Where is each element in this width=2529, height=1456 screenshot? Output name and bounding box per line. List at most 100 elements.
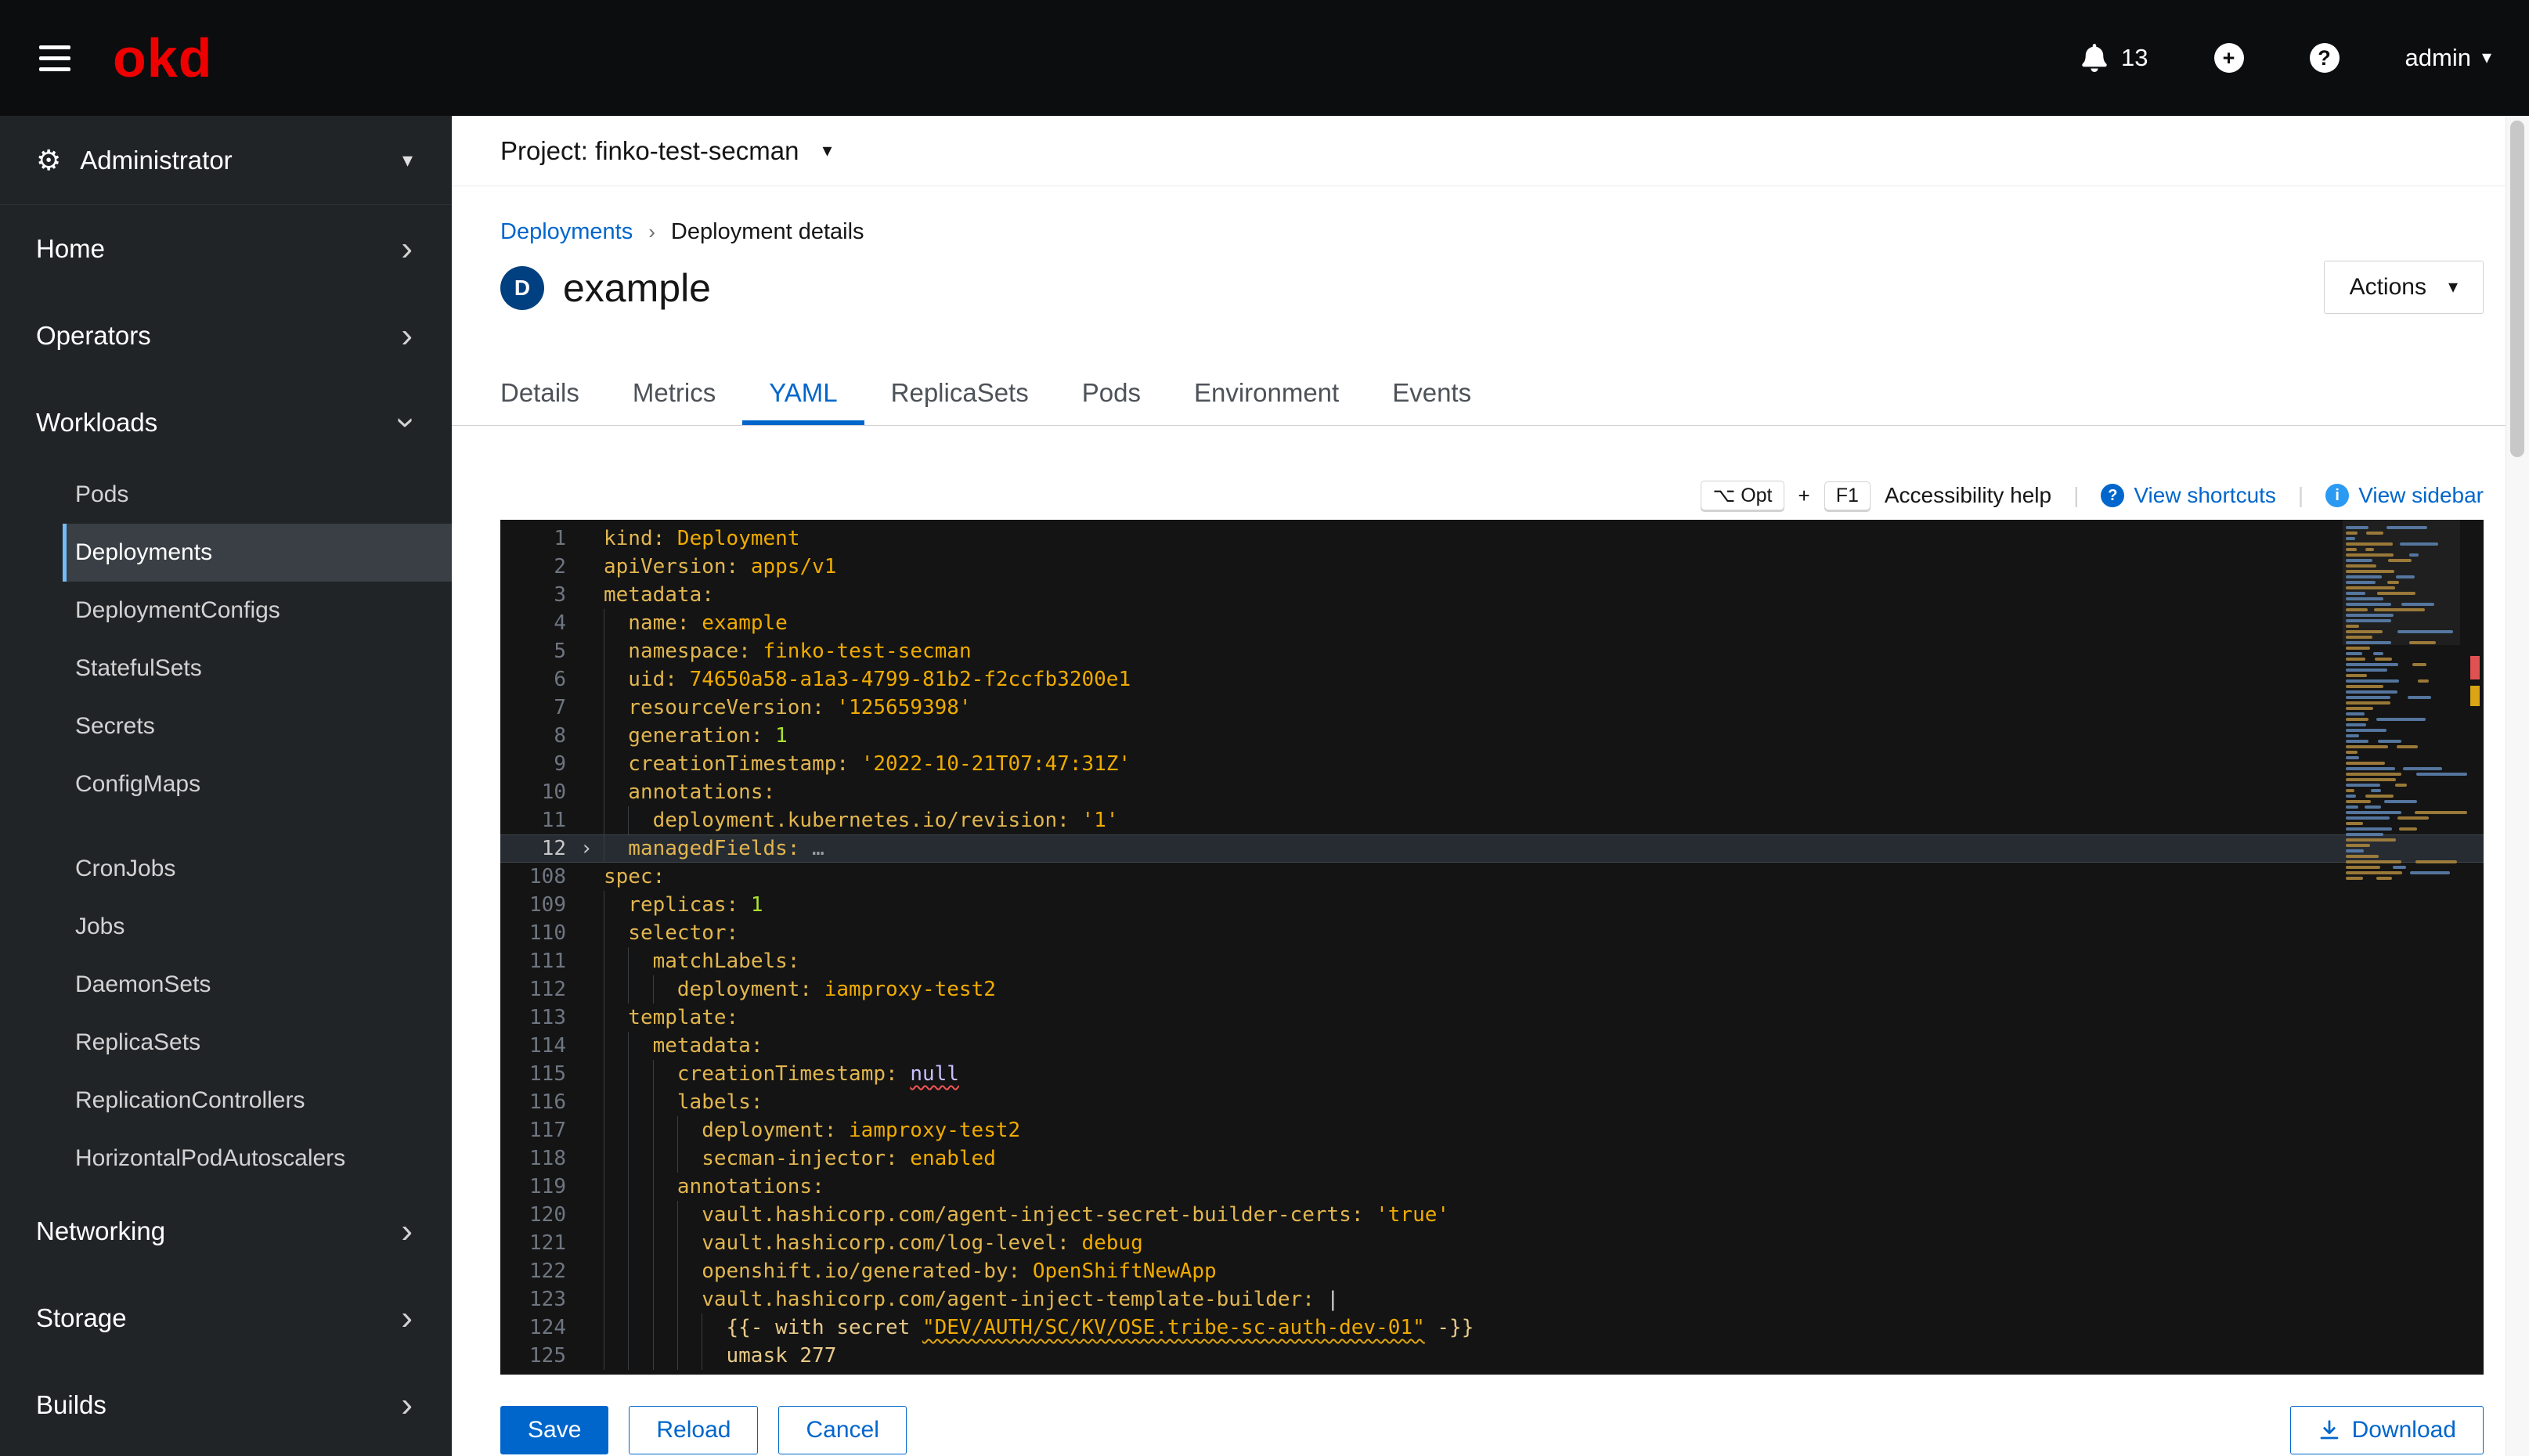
code-line[interactable]: 108 spec: <box>500 863 2484 891</box>
fold-gutter <box>569 975 604 1004</box>
code-line[interactable]: 10 annotations: <box>500 778 2484 806</box>
code-line[interactable]: 125 umask 277 <box>500 1342 2484 1370</box>
code-line[interactable]: 118 secman-injector: enabled <box>500 1144 2484 1173</box>
breadcrumb-deployments-link[interactable]: Deployments <box>500 219 633 245</box>
sidebar-item-operators[interactable]: Operators › <box>0 292 452 379</box>
line-number: 120 <box>529 1203 566 1227</box>
actions-button[interactable]: Actions ▾ <box>2323 261 2484 314</box>
code-line[interactable]: 12 › managedFields: … <box>500 834 2484 863</box>
fold-gutter <box>569 1173 604 1201</box>
code-line[interactable]: 122 openshift.io/generated-by: OpenShiftN… <box>500 1257 2484 1285</box>
fold-gutter <box>569 609 604 637</box>
tab-environment[interactable]: Environment <box>1167 364 1366 425</box>
code-line[interactable]: 5 namespace: finko-test-secman <box>500 637 2484 665</box>
caret-down-icon: ▾ <box>822 140 832 161</box>
tab-details[interactable]: Details <box>474 364 606 425</box>
code-line[interactable]: 117 deployment: iamproxy-test2 <box>500 1116 2484 1144</box>
line-number: 123 <box>529 1288 566 1311</box>
sidebar-item-storage[interactable]: Storage › <box>0 1274 452 1361</box>
code-line[interactable]: 123 vault.hashicorp.com/agent-inject-temp… <box>500 1285 2484 1314</box>
code-line[interactable]: 120 vault.hashicorp.com/agent-inject-secr… <box>500 1201 2484 1229</box>
line-number: 112 <box>529 978 566 1001</box>
line-number: 116 <box>529 1090 566 1114</box>
code-line[interactable]: 3 metadata: <box>500 581 2484 609</box>
code-line[interactable]: 1 kind: Deployment <box>500 524 2484 553</box>
reload-button[interactable]: Reload <box>629 1406 759 1454</box>
sidebar-item-daemonsets[interactable]: DaemonSets <box>0 956 452 1014</box>
code-line[interactable]: 6 uid: 74650a58-a1a3-4799-81b2-f2ccfb3200… <box>500 665 2484 694</box>
main-content: Project: finko-test-secman ▾ Deployments… <box>452 116 2529 1456</box>
sidebar-item-cronjobs[interactable]: CronJobs <box>0 840 452 898</box>
sidebar-item-deploymentconfigs[interactable]: DeploymentConfigs <box>0 582 452 640</box>
save-button[interactable]: Save <box>500 1406 609 1454</box>
fold-gutter <box>569 581 604 609</box>
tab-pods[interactable]: Pods <box>1055 364 1167 425</box>
sidebar-item-workloads[interactable]: Workloads › <box>0 379 452 466</box>
tab-metrics[interactable]: Metrics <box>606 364 742 425</box>
code-line[interactable]: 114 metadata: <box>500 1032 2484 1060</box>
sidebar-item-networking[interactable]: Networking › <box>0 1188 452 1274</box>
page-scrollbar[interactable] <box>2506 116 2529 1456</box>
code-line[interactable]: 112 deployment: iamproxy-test2 <box>500 975 2484 1004</box>
code-line[interactable]: 109 replicas: 1 <box>500 891 2484 919</box>
sidebar-item-statefulsets[interactable]: StatefulSets <box>0 640 452 697</box>
overview-ruler <box>2465 520 2484 1375</box>
code-line[interactable]: 11 deployment.kubernetes.io/revision: '1' <box>500 806 2484 834</box>
sidebar-item-builds[interactable]: Builds › <box>0 1361 452 1448</box>
code-line[interactable]: 115 creationTimestamp: null <box>500 1060 2484 1088</box>
add-plus-circle-icon[interactable]: + <box>2213 43 2244 73</box>
line-number: 117 <box>529 1119 566 1142</box>
sidebar-item-replicationcontrollers[interactable]: ReplicationControllers <box>0 1072 452 1130</box>
sidebar-item-pods[interactable]: Pods <box>0 466 452 524</box>
sidebar-item-secrets[interactable]: Secrets <box>0 697 452 755</box>
code-line[interactable]: 4 name: example <box>500 609 2484 637</box>
tab-yaml[interactable]: YAML <box>742 364 864 425</box>
code-line[interactable]: 124 {{- with secret "DEV/AUTH/SC/KV/OSE.t… <box>500 1314 2484 1342</box>
code-line[interactable]: 9 creationTimestamp: '2022-10-21T07:47:31… <box>500 750 2484 778</box>
help-question-circle-icon[interactable]: ? <box>2309 43 2340 73</box>
tab-events[interactable]: Events <box>1366 364 1498 425</box>
fold-gutter <box>569 553 604 581</box>
line-number: 122 <box>529 1260 566 1283</box>
code-line[interactable]: 119 annotations: <box>500 1173 2484 1201</box>
code-line[interactable]: 7 resourceVersion: '125659398' <box>500 694 2484 722</box>
tab-replicasets[interactable]: ReplicaSets <box>864 364 1055 425</box>
caret-down-icon: ▾ <box>2448 276 2458 297</box>
chevron-down-icon: › <box>388 416 427 428</box>
sidebar-item-deployments[interactable]: Deployments <box>63 524 452 582</box>
code-line[interactable]: 110 selector: <box>500 919 2484 947</box>
line-number: 109 <box>529 893 566 917</box>
code-line[interactable]: 121 vault.hashicorp.com/log-level: debug <box>500 1229 2484 1257</box>
fold-gutter <box>569 1060 604 1088</box>
view-shortcuts-link[interactable]: ? View shortcuts <box>2101 483 2276 508</box>
minimap[interactable] <box>2343 520 2467 1375</box>
sidebar-item-jobs[interactable]: Jobs <box>0 898 452 956</box>
okd-logo: okd <box>113 27 213 88</box>
sidebar-item-home[interactable]: Home › <box>0 205 452 292</box>
download-button[interactable]: Download <box>2289 1406 2484 1454</box>
view-sidebar-link[interactable]: i View sidebar <box>2325 483 2484 508</box>
code-line[interactable]: 8 generation: 1 <box>500 722 2484 750</box>
code-line[interactable]: 111 matchLabels: <box>500 947 2484 975</box>
f1-key-kbd: F1 <box>1824 481 1871 510</box>
cancel-button[interactable]: Cancel <box>778 1406 907 1454</box>
yaml-editor[interactable]: 1 kind: Deployment 2 apiVersion: apps/v1 3 me… <box>500 520 2484 1375</box>
fold-collapsed-icon[interactable]: › <box>569 834 604 863</box>
nav-toggle-icon[interactable] <box>39 45 70 71</box>
project-selector[interactable]: Project: finko-test-secman ▾ <box>452 116 2529 186</box>
code-line[interactable]: 2 apiVersion: apps/v1 <box>500 553 2484 581</box>
code-line[interactable]: 113 template: <box>500 1004 2484 1032</box>
fold-gutter <box>569 1314 604 1342</box>
sidebar-item-configmaps[interactable]: ConfigMaps <box>0 755 452 813</box>
sidebar-item-horizontalpodautoscalers[interactable]: HorizontalPodAutoscalers <box>0 1130 452 1188</box>
user-menu[interactable]: admin ▾ <box>2405 44 2491 72</box>
sidebar-item-replicasets[interactable]: ReplicaSets <box>0 1014 452 1072</box>
notifications-button[interactable]: 13 <box>2080 44 2148 72</box>
scrollbar-thumb[interactable] <box>2510 121 2524 457</box>
line-number: 113 <box>529 1006 566 1029</box>
download-icon <box>2320 1420 2338 1440</box>
code-line[interactable]: 116 labels: <box>500 1088 2484 1116</box>
perspective-switcher[interactable]: ⚙ Administrator ▾ <box>0 116 452 205</box>
line-number: 110 <box>529 921 566 945</box>
line-number: 7 <box>554 696 566 719</box>
